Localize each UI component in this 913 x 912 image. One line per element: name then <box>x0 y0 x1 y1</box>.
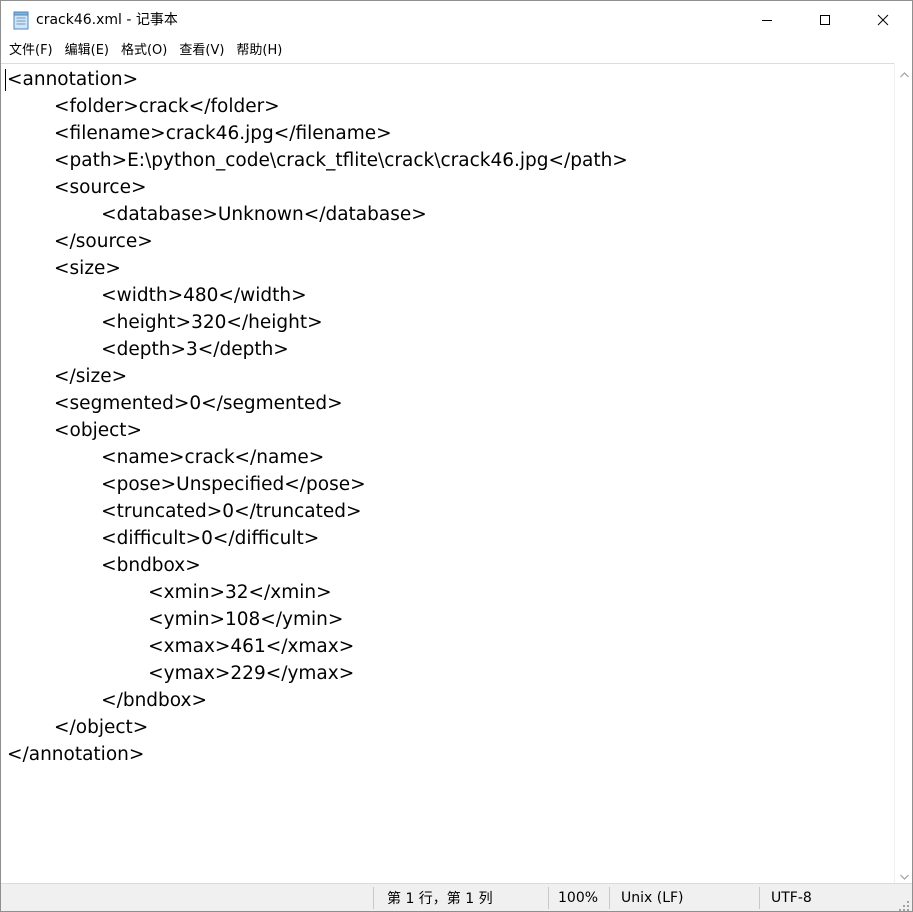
vertical-scrollbar[interactable] <box>894 63 912 883</box>
cursor-position: 第 1 行，第 1 列 <box>387 891 493 907</box>
chevron-up-icon <box>899 63 909 82</box>
maximize-icon <box>819 14 831 26</box>
status-divider <box>759 887 760 909</box>
line-ending: Unix (LF) <box>621 890 684 906</box>
status-divider <box>548 887 549 909</box>
status-bar: 第 1 行，第 1 列 100% Unix (LF) UTF-8 <box>1 883 912 911</box>
close-icon <box>877 14 889 26</box>
window-title: crack46.xml - 记事本 <box>36 12 178 28</box>
status-divider <box>373 887 374 909</box>
notepad-window: crack46.xml - 记事本 文件(F) 编辑(E) 格式(O) 查看(V… <box>0 0 913 912</box>
text-editor[interactable]: <annotation> <folder>crack</folder> <fil… <box>1 63 894 883</box>
menu-edit[interactable]: 编辑(E) <box>59 41 115 61</box>
status-divider <box>609 887 610 909</box>
scroll-down-button[interactable] <box>895 865 913 883</box>
menu-help[interactable]: 帮助(H) <box>230 41 288 61</box>
resize-grip-icon[interactable] <box>898 897 910 912</box>
menu-view[interactable]: 查看(V) <box>173 41 230 61</box>
chevron-down-icon <box>899 865 909 884</box>
menu-bar: 文件(F) 编辑(E) 格式(O) 查看(V) 帮助(H) <box>1 39 912 63</box>
menu-format[interactable]: 格式(O) <box>115 41 173 61</box>
scroll-up-button[interactable] <box>895 63 913 81</box>
menu-file[interactable]: 文件(F) <box>3 41 59 61</box>
maximize-button[interactable] <box>796 1 854 39</box>
minimize-icon <box>761 14 773 26</box>
title-bar[interactable]: crack46.xml - 记事本 <box>1 1 912 39</box>
zoom-level: 100% <box>558 890 599 906</box>
close-button[interactable] <box>854 1 912 39</box>
editor-content[interactable]: <annotation> <folder>crack</folder> <fil… <box>7 66 628 768</box>
text-caret <box>5 69 6 91</box>
minimize-button[interactable] <box>738 1 796 39</box>
notepad-icon <box>12 10 30 30</box>
encoding: UTF-8 <box>771 890 812 906</box>
